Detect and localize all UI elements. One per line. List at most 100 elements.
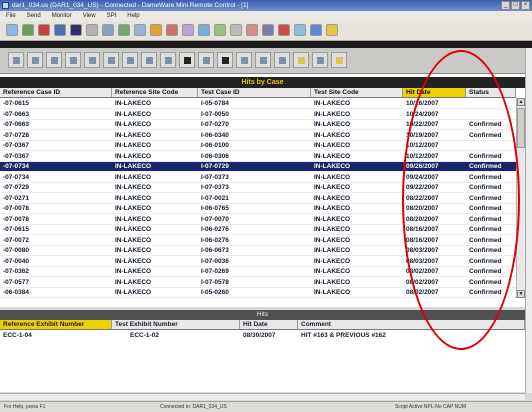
table-row[interactable]: -07-0072 IN-LAKECO I-06-0276 IN-LAKECO 08/16… [0,236,516,246]
cell-status: Confirmed [469,205,502,212]
table-row[interactable]: -07-0663 IN-LAKECO I-07-0050 IN-LAKECO 10/24… [0,110,516,120]
edit-record-icon[interactable] [103,52,119,68]
funnel-icon[interactable] [312,52,328,68]
stop-icon[interactable] [38,24,50,36]
search-icon[interactable] [293,52,309,68]
table-row[interactable]: -07-0734 IN-LAKECO I-07-0373 IN-LAKECO 09/24… [0,173,516,183]
previous-record-icon[interactable] [27,52,43,68]
cell-test-case-id: I-06-0100 [201,142,229,149]
table-row[interactable]: -07-0729 IN-LAKECO I-07-0373 IN-LAKECO 09/22… [0,183,516,193]
transfer-icon[interactable] [182,24,194,36]
pointer-icon[interactable] [198,52,214,68]
grid-vertical-scrollbar[interactable]: ▲ ▼ [516,98,525,298]
column-header-reference-exhibit-number[interactable]: Reference Exhibit Number [0,320,112,330]
refresh-icon[interactable] [118,24,130,36]
table-row[interactable]: -07-0080 IN-LAKECO I-06-0673 IN-LAKECO 08/03… [0,246,516,256]
column-header-reference-case-id[interactable]: Reference Case ID [0,88,112,98]
cell-test-case-id: I-06-0765 [201,205,229,212]
chat-icon[interactable] [166,24,178,36]
tag-icon[interactable] [179,52,195,68]
cell-reference-site-code: IN-LAKECO [115,289,152,296]
tools-icon[interactable] [246,24,258,36]
print-icon[interactable] [230,24,242,36]
list-icon[interactable] [255,52,271,68]
minimize-button[interactable]: _ [501,1,510,10]
grid-view-icon[interactable] [141,52,157,68]
keyboard-icon[interactable] [134,24,146,36]
remote-view-horizontal-scrollbar[interactable] [0,393,525,400]
export-icon[interactable] [236,52,252,68]
close-button[interactable]: × [521,1,530,10]
table-row[interactable]: -07-0367 IN-LAKECO I-06-0100 IN-LAKECO 10/12… [0,141,516,151]
table-row[interactable]: -07-0728 IN-LAKECO I-06-0340 IN-LAKECO 10/19… [0,131,516,141]
help-question-icon[interactable] [331,52,347,68]
table-row[interactable]: -07-0078 IN-LAKECO I-06-0765 IN-LAKECO 08/20… [0,204,516,214]
column-header-status[interactable]: Status [466,88,516,98]
table-row[interactable]: -07-0271 IN-LAKECO I-07-0021 IN-LAKECO 08/22… [0,194,516,204]
cell-reference-case-id: -07-0615 [3,226,30,233]
cell-hit-date: 08/02/2007 [406,268,439,275]
scroll-down-arrow-icon[interactable]: ▼ [517,290,525,298]
first-record-icon[interactable] [8,52,24,68]
menu-view[interactable]: View [83,11,96,21]
last-record-icon[interactable] [65,52,81,68]
screen-icon[interactable] [54,24,66,36]
report-icon[interactable] [217,52,233,68]
record-icon[interactable] [278,24,290,36]
table-row[interactable]: -07-0615 IN-LAKECO I-06-0276 IN-LAKECO 08/16… [0,225,516,235]
column-header-hit-date[interactable]: Hit Date [403,88,466,98]
cell-status: Confirmed [469,226,502,233]
menu-file[interactable]: File [6,11,16,21]
table-row[interactable]: -07-0615 IN-LAKECO I-05-0784 IN-LAKECO 10/26… [0,99,516,109]
column-header-reference-site-code[interactable]: Reference Site Code [112,88,198,98]
connect-icon[interactable] [6,24,18,36]
table-row[interactable]: -07-0734 IN-LAKECO I-07-0729 IN-LAKECO 09/26… [0,162,516,172]
view-icon[interactable] [102,24,114,36]
scroll-thumb[interactable] [517,108,525,148]
menu-send[interactable]: Send [27,11,41,21]
cell-status: Confirmed [469,236,502,244]
move-icon[interactable] [70,24,82,36]
help-icon[interactable] [326,24,338,36]
table-row[interactable]: -07-0577 IN-LAKECO I-07-0578 IN-LAKECO 08/02… [0,278,516,288]
table-row[interactable]: -06-0384 IN-LAKECO I-05-0260 IN-LAKECO 08/02… [0,288,516,298]
cell-reference-site-code: IN-LAKECO [115,247,152,254]
fullscreen-icon[interactable] [150,24,162,36]
cell-status: Confirmed [469,194,502,202]
disconnect-icon[interactable] [22,24,34,36]
capture-icon[interactable] [262,24,274,36]
column-header-comment[interactable]: Comment [298,320,525,330]
options-icon[interactable] [294,24,306,36]
cell-reference-site-code: IN-LAKECO [115,110,152,118]
maximize-button[interactable]: □ [511,1,520,10]
column-header-test-case-id[interactable]: Test Case ID [198,88,311,98]
column-header-hits-hit-date[interactable]: Hit Date [240,320,298,330]
info-icon[interactable] [310,24,322,36]
email-icon[interactable] [214,24,226,36]
menu-spi[interactable]: SPI [107,11,117,21]
cell-test-case-id: I-07-0050 [201,110,229,118]
settings-icon[interactable] [86,24,98,36]
filter-icon[interactable] [274,52,290,68]
hits-row[interactable]: ECC-1-04 ECC-1-02 08/30/2007 HIT #163 & … [0,331,525,341]
remote-view-vertical-scrollbar[interactable] [525,48,532,393]
new-record-icon[interactable] [84,52,100,68]
column-header-test-site-code[interactable]: Test Site Code [311,88,403,98]
scroll-up-arrow-icon[interactable]: ▲ [517,98,525,106]
cell-hit-date: 08/20/2007 [406,215,439,223]
menu-help[interactable]: Help [127,11,139,21]
table-row[interactable]: -07-0362 IN-LAKECO I-07-0269 IN-LAKECO 08/02… [0,267,516,277]
table-row[interactable]: -07-0078 IN-LAKECO I-07-0070 IN-LAKECO 08/20… [0,215,516,225]
table-icon[interactable] [160,52,176,68]
next-record-icon[interactable] [46,52,62,68]
cell-hit-date: 08/16/2007 [406,236,439,244]
monitor-icon[interactable] [198,24,210,36]
table-row[interactable]: -07-0367 IN-LAKECO I-06-0306 IN-LAKECO 10/12… [0,152,516,162]
delete-record-icon[interactable] [122,52,138,68]
cell-reference-case-id: -07-0728 [3,131,30,139]
table-row[interactable]: -07-0663 IN-LAKECO I-07-0270 IN-LAKECO 10/22… [0,120,516,130]
column-header-test-exhibit-number[interactable]: Test Exhibit Number [112,320,240,330]
table-row[interactable]: -07-0040 IN-LAKECO I-07-0036 IN-LAKECO 08/03… [0,257,516,267]
hit-test-exhibit: ECC-1-02 [130,332,159,339]
menu-monitor[interactable]: Monitor [52,11,72,21]
